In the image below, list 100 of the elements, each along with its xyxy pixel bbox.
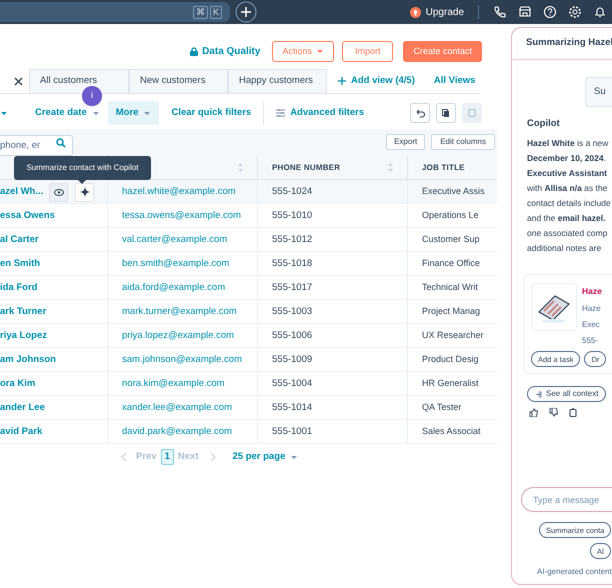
contact-name-link[interactable]: riya Lopez	[0, 328, 47, 344]
search-bar[interactable]: ⌘ K	[0, 2, 230, 22]
email-link[interactable]: nora.kim@example.com	[122, 376, 225, 392]
table-cell-text: 555-1024	[272, 184, 312, 199]
email-link[interactable]: mark.turner@example.com	[122, 304, 237, 320]
table-cell-text: Customer Sup	[422, 233, 480, 246]
settings-icon[interactable]	[568, 5, 582, 19]
contact-name-link[interactable]: azel Wh...	[0, 184, 44, 200]
email-link[interactable]: tessa.owens@example.com	[122, 208, 241, 224]
table-cell-text: 555-1010	[272, 208, 312, 223]
table-cell-text: Project Manag	[422, 305, 480, 318]
create-contact-button[interactable]: Create contact	[403, 41, 482, 62]
bell-icon[interactable]	[593, 5, 607, 19]
sparkle-icon	[80, 187, 90, 197]
caret-icon[interactable]	[0, 111, 6, 115]
help-icon[interactable]	[543, 5, 557, 19]
add-view-button[interactable]: Add view (4/5)	[327, 69, 415, 93]
page-number[interactable]: 1	[160, 449, 174, 465]
contact-name-link[interactable]: ora Kim	[0, 376, 36, 392]
view-tab[interactable]: New customers	[129, 69, 228, 93]
undo-button[interactable]	[410, 103, 430, 123]
sliders-icon	[276, 109, 286, 117]
data-quality-link[interactable]: Data Quality	[190, 44, 260, 59]
search-field[interactable]: phone, er	[0, 134, 73, 156]
phone-icon[interactable]	[493, 5, 507, 19]
store-icon[interactable]	[518, 5, 532, 19]
import-button[interactable]: Import	[342, 41, 394, 62]
contact-detail: Haze	[582, 303, 601, 316]
table-row[interactable]: en Smith ben.smith@example.com 555-1018 Finance Office	[0, 252, 497, 276]
plus-icon	[338, 77, 346, 85]
thumbs-up-icon[interactable]	[529, 408, 538, 418]
email-link[interactable]: ben.smith@example.com	[122, 256, 230, 272]
copy-button[interactable]	[436, 103, 456, 123]
search-icon	[56, 138, 66, 148]
message-field[interactable]: Type a message	[521, 487, 612, 512]
table-row[interactable]: ida Ford aida.ford@example.com 555-1017 Technical Writ	[0, 276, 497, 300]
view-tab[interactable]: Happy customers	[228, 69, 327, 93]
shortcut-key: K	[210, 6, 222, 18]
summary-text: Hazel White is a new December 10, 2024. Executive Assistant with Allisa n/a as the contact details include and the email hazel. one associated comp additional notes are	[526, 137, 612, 256]
contact-name-link[interactable]: en Smith	[0, 256, 40, 272]
contact-name-link[interactable]: ark Turner	[0, 304, 46, 320]
email-link[interactable]: val.carter@example.com	[122, 232, 228, 248]
preview-button[interactable]	[49, 182, 68, 202]
upgrade-button[interactable]: Upgrade	[410, 4, 464, 20]
column-header[interactable]: JOB TITLE	[422, 162, 465, 174]
table-cell-text: Technical Writ	[422, 281, 478, 294]
filter-dropdown[interactable]: More	[108, 101, 160, 125]
email-link[interactable]: priya.lopez@example.com	[122, 328, 234, 344]
table-row[interactable]: ark Turner mark.turner@example.com 555-1003 Project Manag	[0, 300, 497, 324]
info-badge[interactable]: i	[82, 86, 102, 106]
sign-in-icon	[535, 390, 542, 398]
contact-name-link[interactable]: al Carter	[0, 232, 39, 248]
see-all-context-button[interactable]: See all context	[527, 386, 606, 402]
per-page-dropdown[interactable]: 25 per page	[232, 450, 298, 464]
email-link[interactable]: hazel.white@example.com	[122, 184, 236, 200]
all-views-link[interactable]: All Views	[434, 69, 476, 93]
filter-link[interactable]: Clear quick filters	[159, 101, 264, 125]
email-link[interactable]: xander.lee@example.com	[122, 400, 232, 416]
table-row[interactable]: am Johnson sam.johnson@example.com 555-1009 Product Desig	[0, 348, 497, 372]
email-link[interactable]: sam.johnson@example.com	[122, 352, 242, 368]
eye-icon	[54, 188, 64, 196]
table-cell-text: Product Desig	[422, 353, 479, 366]
contact-name-link[interactable]: essa Owens	[0, 208, 55, 224]
view-tab[interactable]: All customers	[29, 69, 129, 93]
table-row[interactable]: riya Lopez priya.lopez@example.com 555-1006 UX Researcher	[0, 324, 497, 348]
contact-name-link[interactable]: ida Ford	[0, 280, 38, 296]
contact-name-link[interactable]: Haze	[582, 285, 602, 298]
close-icon[interactable]	[14, 76, 23, 86]
contact-name-link[interactable]: ander Lee	[0, 400, 45, 416]
table-row[interactable]: ora Kim nora.kim@example.com 555-1004 HR Generalist	[0, 372, 497, 396]
contact-detail: Exec	[582, 319, 600, 332]
disclaimer-text: AI-generated content	[537, 566, 612, 578]
contact-name-link[interactable]: avid Park	[0, 424, 42, 440]
add-icon[interactable]	[235, 1, 257, 23]
advanced-filters-button[interactable]: Advanced filters	[264, 101, 364, 125]
contact-name-link[interactable]: am Johnson	[0, 352, 56, 368]
edit-columns-button[interactable]: Edit columns	[431, 134, 495, 150]
table-row[interactable]: al Carter val.carter@example.com 555-1012 Customer Sup	[0, 228, 497, 252]
table-cell-text: 555-1014	[272, 400, 312, 415]
table-row[interactable]: ander Lee xander.lee@example.com 555-1014 QA Tester	[0, 396, 497, 420]
export-button[interactable]: Export	[386, 134, 426, 150]
copilot-button[interactable]	[75, 182, 94, 202]
table-cell-text: 555-1012	[272, 232, 312, 247]
table-row[interactable]: essa Owens tessa.owens@example.com 555-1010 Operations Le	[0, 204, 497, 228]
shortcut-key: ⌘	[192, 6, 208, 18]
column-header[interactable]: PHONE NUMBER	[272, 162, 340, 174]
caret-icon	[316, 49, 324, 54]
email-link[interactable]: david.park@example.com	[122, 424, 232, 440]
lock-icon	[190, 47, 198, 56]
table-cell-text: 555-1001	[272, 424, 312, 439]
summarize-button[interactable]: Su	[585, 77, 612, 107]
email-link[interactable]: aida.ford@example.com	[122, 280, 226, 296]
panel-title: Summarizing Hazel	[526, 36, 612, 50]
caret-icon	[290, 454, 298, 460]
thumbs-down-icon[interactable]	[549, 408, 558, 418]
undo-icon	[415, 108, 425, 118]
actions-button[interactable]: Actions	[272, 41, 334, 62]
table-cell-text: UX Researcher	[422, 329, 484, 342]
caret-icon	[92, 110, 100, 116]
table-row[interactable]: azel Wh... hazel.white@example.com 555-1024 Executive Assis	[0, 180, 497, 204]
